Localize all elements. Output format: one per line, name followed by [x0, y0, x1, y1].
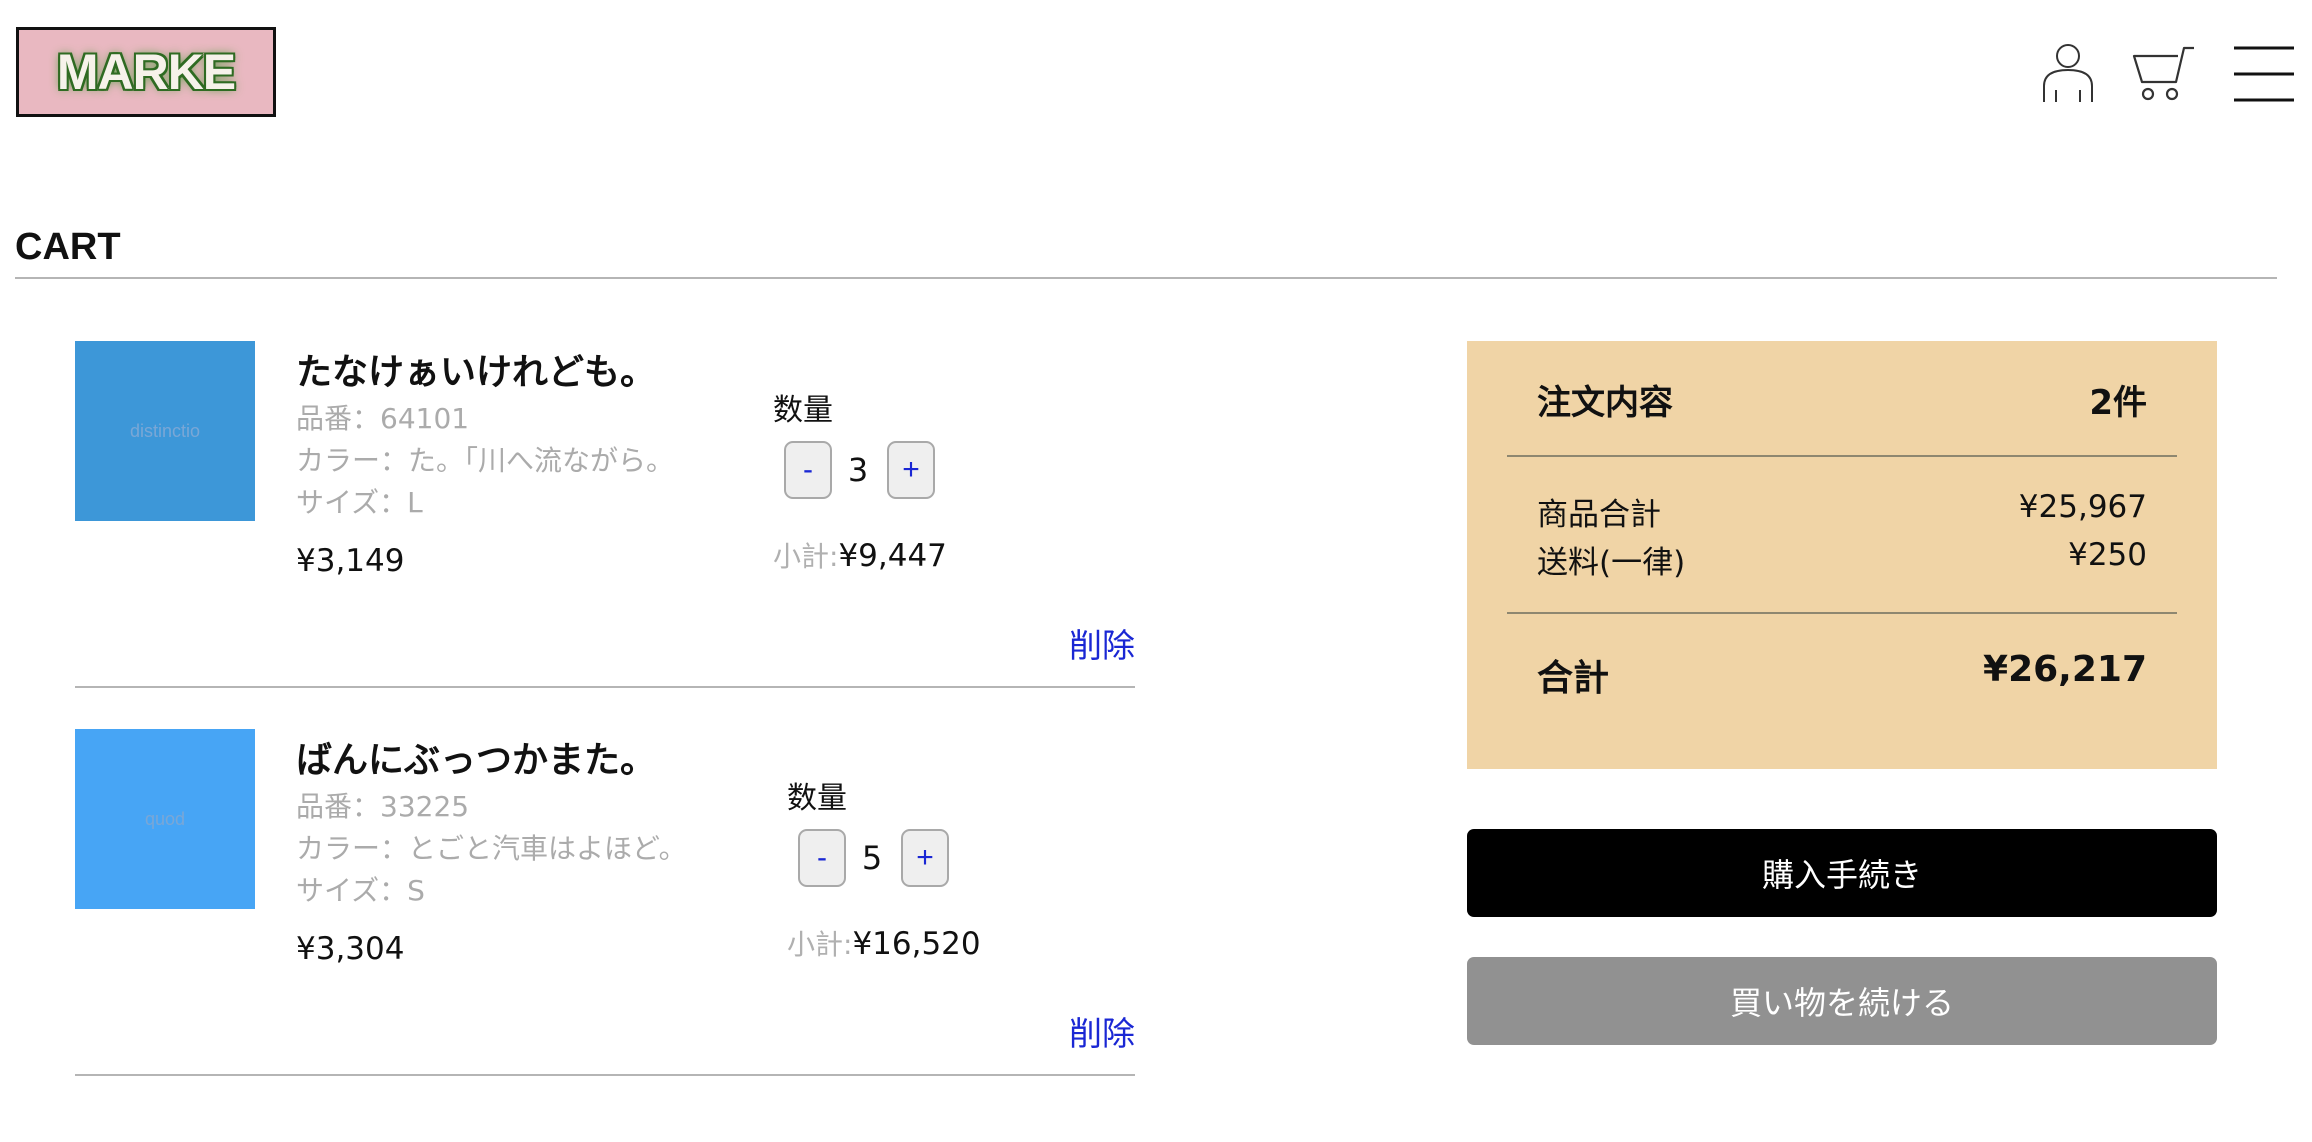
shipping-label: 送料(一律)	[1537, 545, 1686, 581]
checkout-button[interactable]: 購入手続き	[1467, 829, 2217, 917]
summary-divider	[1507, 455, 2177, 457]
product-name[interactable]: たなけぁいけれども。	[296, 343, 656, 395]
order-summary: 注文内容 2件 商品合計 ¥25,967 送料(一律) ¥250 合計 ¥26,…	[1467, 341, 2217, 769]
items-total-row: 商品合計 ¥25,967	[1537, 489, 2147, 534]
quantity-value: 3	[847, 451, 869, 489]
grand-total-label: 合計	[1537, 658, 1610, 699]
cart-icon[interactable]	[2130, 44, 2196, 104]
page-title: CART	[15, 226, 121, 268]
product-image-text: quod	[144, 808, 186, 829]
quantity-increase-button[interactable]: +	[901, 829, 949, 887]
items-total-label: 商品合計	[1537, 497, 1661, 533]
product-image-text: distinctio	[129, 420, 201, 441]
item-subtotal: 小計:¥16,520	[787, 923, 981, 963]
product-color: カラー：とごと汽車はよほど。	[296, 832, 687, 865]
summary-header: 注文内容 2件	[1537, 375, 2147, 424]
quantity-value: 5	[861, 839, 883, 877]
logo-text: MARKE	[56, 44, 236, 100]
quantity-label: 数量	[787, 781, 847, 816]
product-size: サイズ：S	[296, 874, 425, 907]
quantity-label: 数量	[773, 393, 833, 428]
product-color: カラー：た。｢川へ流ながら。	[296, 444, 675, 477]
cart-item: distinctio たなけぁいけれども。 品番：64101 カラー：た。｢川へ…	[75, 341, 1135, 729]
product-image[interactable]: quod	[75, 729, 255, 909]
summary-heading: 注文内容	[1537, 383, 1673, 423]
items-total-value: ¥25,967	[2018, 489, 2147, 525]
user-icon[interactable]	[2040, 40, 2096, 104]
site-logo[interactable]: MARKE	[16, 27, 276, 117]
hamburger-menu-icon[interactable]	[2232, 44, 2296, 104]
product-code: 品番：64101	[296, 402, 470, 435]
quantity-increase-button[interactable]: +	[887, 441, 935, 499]
shipping-value: ¥250	[2068, 537, 2147, 573]
subtotal-label: 小計:	[773, 540, 839, 573]
product-image[interactable]: distinctio	[75, 341, 255, 521]
grand-total-value: ¥26,217	[1983, 649, 2147, 690]
subtotal-value: ¥16,520	[852, 926, 981, 962]
shipping-row: 送料(一律) ¥250	[1537, 537, 2147, 582]
delete-link[interactable]: 削除	[1069, 619, 1135, 667]
quantity-decrease-button[interactable]: -	[798, 829, 846, 887]
product-name[interactable]: ばんにぶっつかまた。	[296, 731, 656, 783]
item-subtotal: 小計:¥9,447	[773, 535, 947, 575]
product-price: ¥3,304	[296, 931, 405, 967]
grand-total-row: 合計 ¥26,217	[1537, 649, 2147, 701]
title-divider	[15, 277, 2277, 279]
product-code: 品番：33225	[296, 790, 470, 823]
product-size: サイズ：L	[296, 486, 423, 519]
cart-item: quod ばんにぶっつかまた。 品番：33225 カラー：とごと汽車はよほど。 …	[75, 729, 1135, 1117]
item-divider	[75, 686, 1135, 688]
continue-shopping-button[interactable]: 買い物を続ける	[1467, 957, 2217, 1045]
product-price: ¥3,149	[296, 543, 405, 579]
delete-link[interactable]: 削除	[1069, 1007, 1135, 1055]
subtotal-value: ¥9,447	[838, 538, 947, 574]
quantity-decrease-button[interactable]: -	[784, 441, 832, 499]
summary-item-count: 2件	[2089, 383, 2147, 423]
subtotal-label: 小計:	[787, 928, 853, 961]
item-divider	[75, 1074, 1135, 1076]
summary-divider	[1507, 612, 2177, 614]
